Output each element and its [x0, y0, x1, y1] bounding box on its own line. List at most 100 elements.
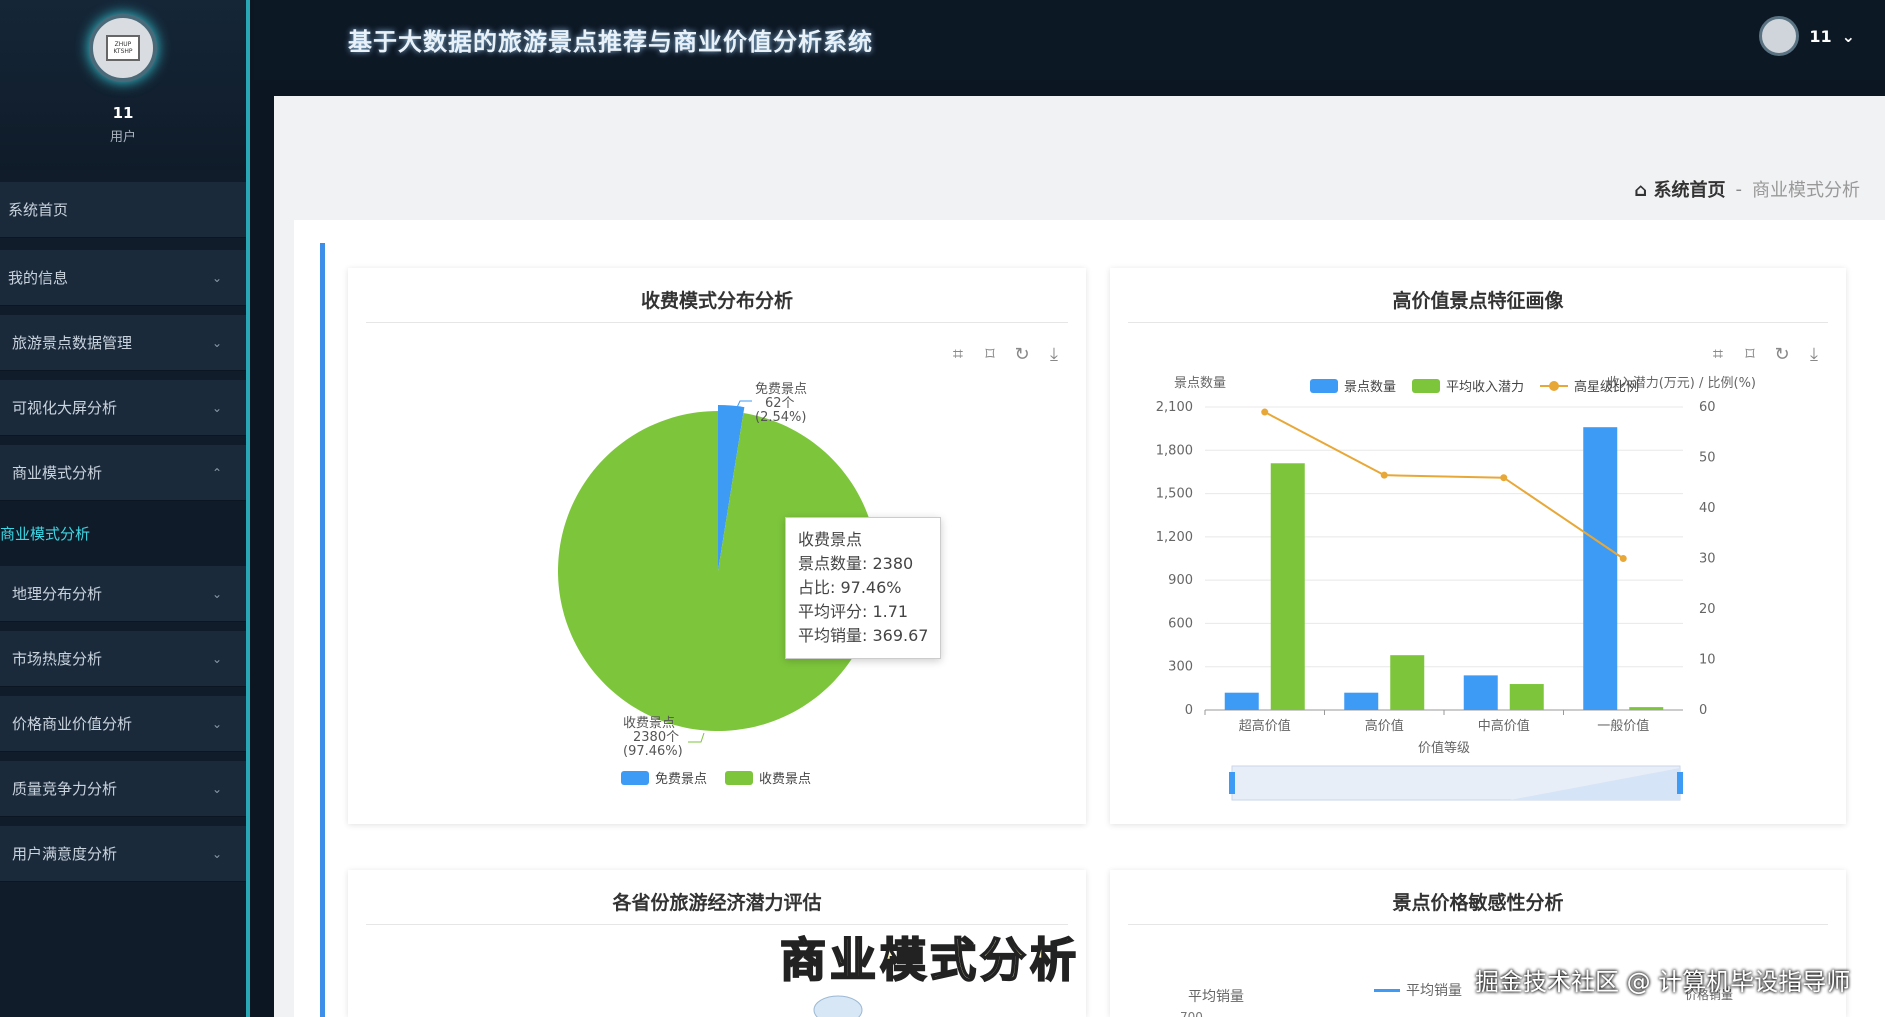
breadcrumb-home[interactable]: ⌂ 系统首页: [1634, 176, 1725, 202]
legend-marker[interactable]: [1310, 379, 1338, 393]
y-tick-left: 1,800: [1156, 443, 1193, 458]
bar-revenue[interactable]: [1509, 684, 1544, 710]
bar-count[interactable]: [1463, 675, 1498, 710]
legend-label[interactable]: 收费景点: [759, 772, 811, 787]
x-tick-label: 超高价值: [1239, 718, 1291, 734]
legend-label[interactable]: 高星级比例: [1574, 379, 1639, 395]
app-title: 基于大数据的旅游景点推荐与商业价值分析系统: [348, 28, 873, 56]
sidebar-item-label: 系统首页: [8, 201, 69, 219]
pie-label-value: 2380个: [633, 730, 679, 745]
y-tick-left: 2,100: [1156, 400, 1193, 415]
tooltip-title: 收费景点: [798, 530, 863, 549]
y-tick-right: 20: [1699, 602, 1716, 617]
avatar[interactable]: ZHUP KTSHP: [89, 14, 157, 82]
sidebar-item-label: 地理分布分析: [12, 585, 103, 603]
y-tick-right: 50: [1699, 451, 1716, 466]
video-caption: 商业模式分析: [779, 932, 1080, 988]
line-point[interactable]: [1500, 474, 1508, 482]
y-tick-left: 300: [1168, 660, 1193, 675]
y-tick-right: 10: [1699, 653, 1716, 668]
sidebar-item-label: 用户满意度分析: [12, 845, 118, 863]
sidebar-item-label: 商业模式分析: [0, 525, 91, 543]
x-tick-label: 高价值: [1365, 718, 1404, 734]
sidebar-item-dashboard[interactable]: 可视化大屏分析 ⌄: [0, 380, 246, 436]
bar-chart-card: 高价值景点特征画像 ⌗ ⌑ ↻ ⤓ 0 300 600 900 1,200 1,500 1,…: [1110, 268, 1846, 824]
sidebar-item-label: 我的信息: [8, 269, 69, 287]
sidebar-item-quality[interactable]: 质量竞争力分析 ⌄: [0, 761, 246, 817]
sidebar-item-scenic-data[interactable]: 旅游景点数据管理 ⌄: [0, 315, 246, 371]
legend-marker: [1374, 988, 1400, 992]
legend-marker-dot: [1549, 381, 1559, 391]
legend-marker[interactable]: [621, 771, 649, 785]
pie-chart[interactable]: 免费景点62个(2.54%)收费景点2380个(97.46%)免费景点 收费景点: [348, 268, 1086, 824]
chevron-down-icon: ⌄: [211, 781, 222, 796]
chevron-down-icon: ⌄: [211, 335, 222, 350]
pie-label-value: 62个: [765, 396, 795, 411]
legend-item[interactable]: 平均销量: [1374, 980, 1462, 1000]
x-tick-label: 中高价值: [1478, 718, 1530, 734]
y-tick-right: 30: [1699, 552, 1716, 567]
bar-count[interactable]: [1224, 692, 1259, 710]
chevron-down-icon: ⌄: [211, 716, 222, 731]
header-avatar[interactable]: [1759, 16, 1800, 56]
pie-label-name: 收费景点: [623, 716, 675, 731]
user-menu[interactable]: 11 ⌄: [1759, 16, 1855, 56]
sidebar-item-label: 市场热度分析: [12, 650, 103, 668]
sidebar-item-my-info[interactable]: 我的信息 ⌄: [0, 250, 246, 306]
chevron-down-icon: ⌄: [211, 586, 222, 601]
y-tick-left: 900: [1168, 573, 1193, 588]
avatar-image: ZHUP KTSHP: [106, 35, 140, 61]
datazoom-handle-left[interactable]: [1229, 772, 1235, 794]
map-region[interactable]: [813, 995, 863, 1017]
chevron-down-icon: ⌄: [211, 270, 222, 285]
y-tick-right: 40: [1699, 501, 1716, 516]
pie-chart-card: 收费模式分布分析 ⌗ ⌑ ↻ ⤓ 免费景点 62个 (2.54%) 收费景点 2380个…: [348, 268, 1086, 824]
sidebar-item-label: 价格商业价值分析: [12, 715, 133, 733]
sidebar-item-market[interactable]: 市场热度分析 ⌄: [0, 631, 246, 687]
card-title: 景点价格敏感性分析: [1392, 892, 1564, 914]
chevron-up-icon: ⌃: [211, 465, 222, 480]
x-tick-label: 一般价值: [1597, 718, 1649, 734]
legend-label[interactable]: 平均收入潜力: [1446, 380, 1524, 395]
bar-revenue[interactable]: [1270, 463, 1305, 710]
tooltip-line: 平均评分: 1.71: [798, 602, 909, 621]
chevron-down-icon: ⌄: [211, 400, 222, 415]
profile-role: 用户: [109, 130, 136, 145]
legend-label[interactable]: 免费景点: [655, 772, 707, 787]
x-axis-label: 价值等级: [1418, 740, 1470, 756]
sidebar-item-home[interactable]: 系统首页: [0, 182, 246, 238]
bar-line-chart[interactable]: 0 300 600 900 1,200 1,500 1,800 2,100 0 10 20 30 40 5…: [1110, 268, 1846, 824]
bar-count[interactable]: [1583, 427, 1618, 710]
divider: [1128, 924, 1828, 925]
sidebar-item-geo[interactable]: 地理分布分析 ⌄: [0, 566, 246, 622]
bar-count[interactable]: [1344, 692, 1379, 710]
y-axis-label: 平均销量: [1188, 989, 1244, 1005]
breadcrumb-current: 商业模式分析: [1752, 180, 1860, 201]
header-username: 11: [1809, 26, 1832, 46]
chevron-down-icon: ⌄: [211, 846, 222, 861]
sidebar-item-label: 商业模式分析: [12, 464, 103, 482]
bar-revenue[interactable]: [1390, 655, 1425, 710]
bar-revenue[interactable]: [1629, 707, 1664, 710]
y-axis-label-left: 景点数量: [1174, 376, 1226, 391]
y-tick-left: 0: [1185, 703, 1193, 718]
tooltip-line: 景点数量: 2380: [798, 554, 914, 573]
breadcrumb-separator: -: [1735, 178, 1743, 200]
sidebar-item-business[interactable]: 商业模式分析 ⌃: [0, 445, 246, 501]
sidebar-subitem-business-analysis[interactable]: 商业模式分析: [0, 501, 246, 566]
legend-marker[interactable]: [725, 771, 753, 785]
pie-label-line: [688, 732, 705, 743]
datazoom-handle-right[interactable]: [1677, 772, 1683, 794]
top-header: 基于大数据的旅游景点推荐与商业价值分析系统 11 ⌄: [254, 0, 1885, 80]
profile-name: 11: [112, 104, 134, 122]
sidebar-item-price[interactable]: 价格商业价值分析 ⌄: [0, 696, 246, 752]
y-tick-right: 60: [1699, 400, 1716, 415]
line-point[interactable]: [1619, 555, 1627, 562]
line-point[interactable]: [1261, 408, 1269, 416]
chart-tooltip: 收费景点 景点数量: 2380 占比: 97.46% 平均评分: 1.71 平均…: [785, 517, 942, 659]
sidebar-item-satisfaction[interactable]: 用户满意度分析 ⌄: [0, 826, 246, 882]
legend-marker[interactable]: [1412, 379, 1440, 393]
line-point[interactable]: [1380, 471, 1388, 479]
legend-label[interactable]: 景点数量: [1344, 380, 1396, 395]
tooltip-line: 占比: 97.46%: [798, 578, 902, 597]
